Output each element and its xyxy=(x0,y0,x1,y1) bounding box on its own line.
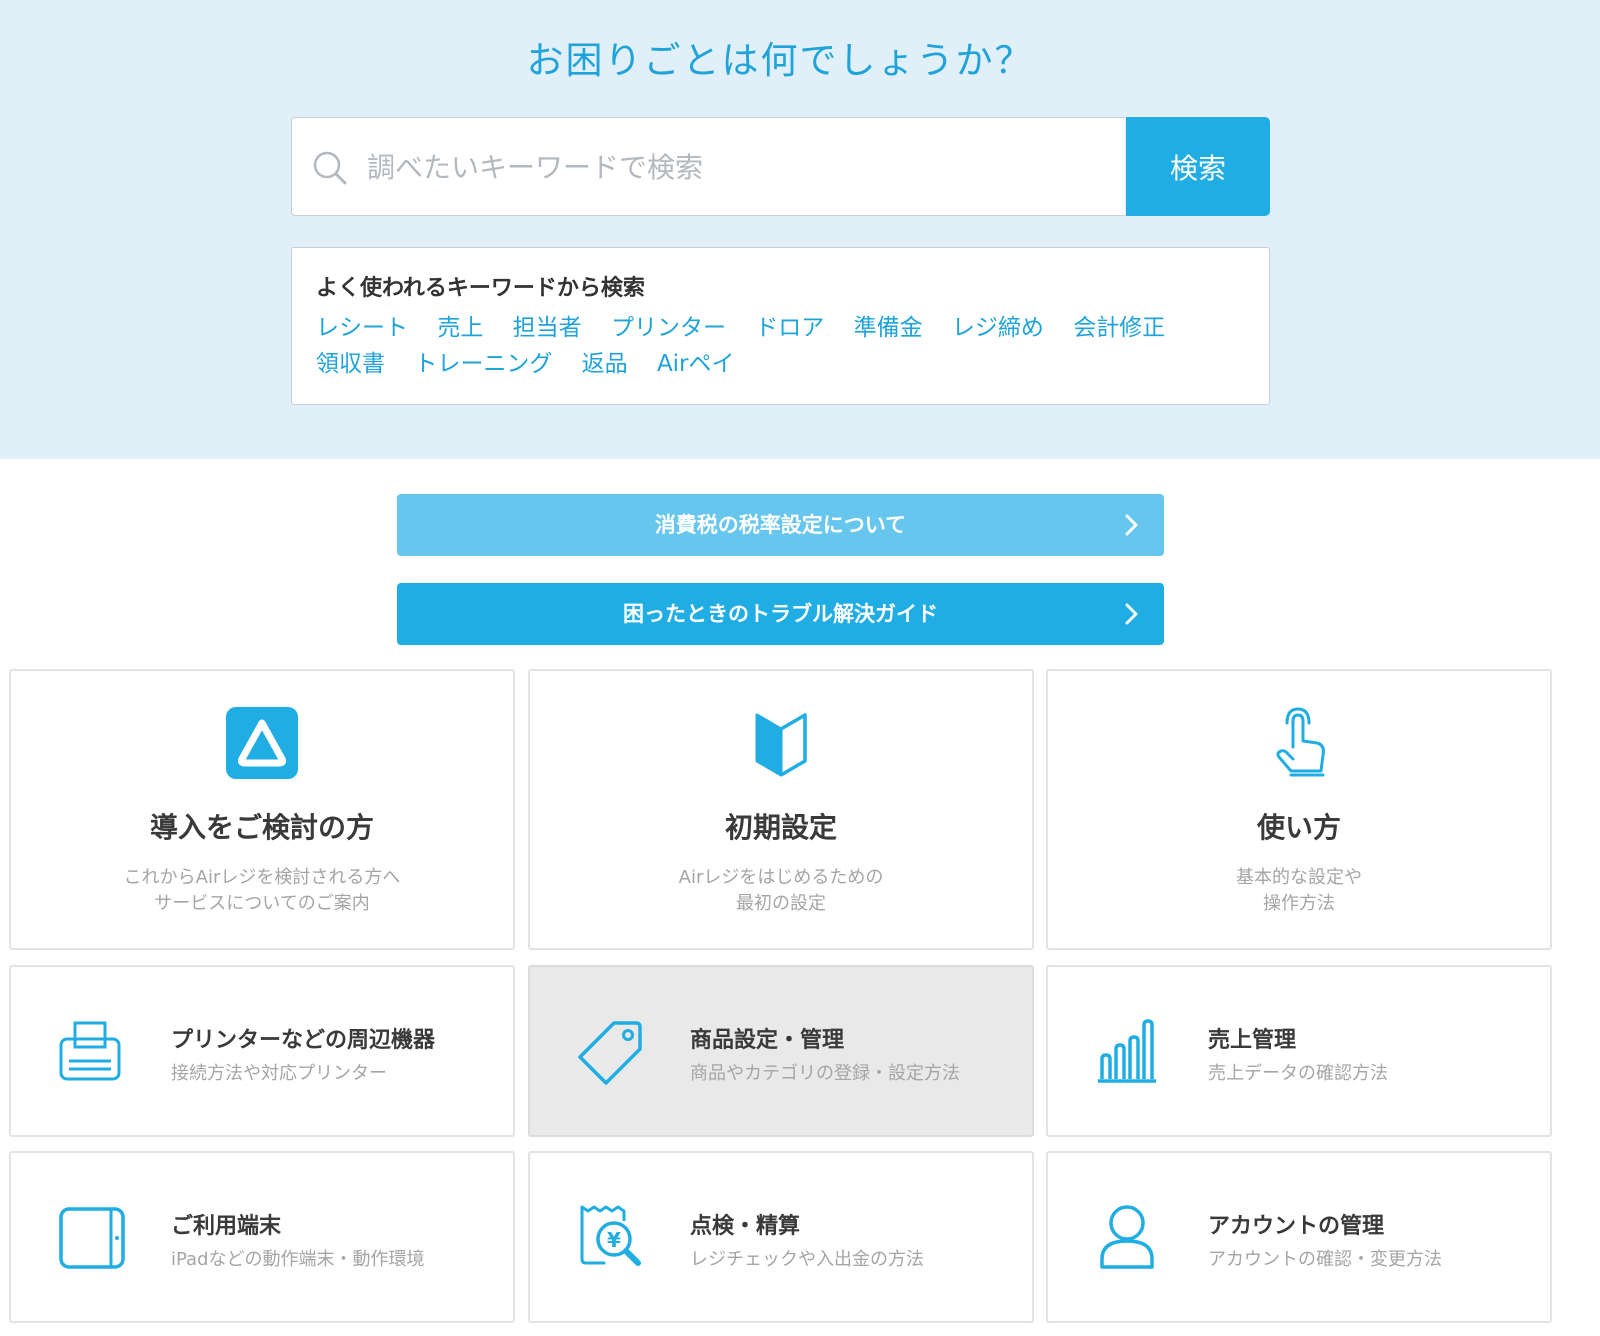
keyword-link[interactable]: レジ締め xyxy=(952,315,1044,341)
card-description-line: 最初の設定 xyxy=(736,893,826,914)
user-account-icon xyxy=(1100,1205,1154,1269)
card-sales-management[interactable]: 売上管理 売上データの確認方法 xyxy=(1046,965,1552,1137)
tap-hand-icon xyxy=(1276,707,1325,777)
popular-keywords-heading: よく使われるキーワードから検索 xyxy=(316,276,645,301)
card-description-line: 基本的な設定や xyxy=(1236,867,1362,888)
card-description-line: これからAirレジを検討される方へ xyxy=(123,867,401,888)
keyword-link[interactable]: 会計修正 xyxy=(1073,315,1165,341)
trouble-guide-banner-label: 困ったときのトラブル解決ガイド xyxy=(623,602,938,626)
tax-rate-banner-label: 消費税の税率設定について xyxy=(654,513,907,537)
page-title: お困りごとは何でしょうか？ xyxy=(526,39,1034,82)
bar-chart-icon xyxy=(1098,1019,1156,1083)
keyword-link[interactable]: 返品 xyxy=(582,351,628,377)
card-description: Airレジをはじめるための 最初の設定 xyxy=(530,865,1032,917)
card-description-line: 操作方法 xyxy=(1263,893,1335,914)
card-description: 基本的な設定や 操作方法 xyxy=(1048,865,1550,917)
card-description: 接続方法や対応プリンター xyxy=(171,1063,387,1084)
search-box[interactable] xyxy=(291,117,1125,216)
search-input[interactable] xyxy=(365,136,1109,198)
card-initial-setup[interactable]: 初期設定 Airレジをはじめるための 最初の設定 xyxy=(528,669,1034,950)
card-peripherals[interactable]: プリンターなどの周辺機器 接続方法や対応プリンター xyxy=(9,965,515,1137)
card-description: アカウントの確認・変更方法 xyxy=(1208,1249,1442,1270)
card-account-management[interactable]: アカウントの管理 アカウントの確認・変更方法 xyxy=(1046,1151,1552,1323)
card-title: ご利用端末 xyxy=(171,1214,282,1239)
keyword-link[interactable]: Airペイ xyxy=(657,351,735,377)
card-title: 導入をご検討の方 xyxy=(149,811,374,844)
search-button[interactable]: 検索 xyxy=(1126,117,1270,216)
card-title: アカウントの管理 xyxy=(1208,1214,1385,1239)
keyword-link[interactable]: 担当者 xyxy=(513,315,582,341)
card-description-line: Airレジをはじめるための xyxy=(678,867,884,888)
popular-keywords-panel: よく使われるキーワードから検索 レシート 売上 担当者 プリンター ドロア 準備… xyxy=(291,247,1270,405)
card-description-line: サービスについてのご案内 xyxy=(154,893,370,914)
card-description: レジチェックや入出金の方法 xyxy=(690,1249,924,1270)
price-tag-icon xyxy=(578,1021,642,1085)
card-description: iPadなどの動作端末・動作環境 xyxy=(171,1249,425,1270)
card-how-to-use[interactable]: 使い方 基本的な設定や 操作方法 xyxy=(1046,669,1552,950)
keyword-link[interactable]: 売上 xyxy=(437,315,483,341)
card-description: 商品やカテゴリの登録・設定方法 xyxy=(690,1063,960,1084)
card-inspection-settlement[interactable]: ¥ 点検・精算 レジチェックや入出金の方法 xyxy=(528,1151,1034,1323)
trouble-guide-banner[interactable]: 困ったときのトラブル解決ガイド xyxy=(397,583,1164,645)
card-title: 使い方 xyxy=(1256,811,1341,844)
search-icon xyxy=(313,151,347,185)
card-devices[interactable]: ご利用端末 iPadなどの動作端末・動作環境 xyxy=(9,1151,515,1323)
card-title: 点検・精算 xyxy=(690,1214,801,1239)
keyword-link[interactable]: レシート xyxy=(316,315,408,341)
card-title: 商品設定・管理 xyxy=(690,1028,845,1053)
beginner-mark-icon xyxy=(755,713,807,777)
receipt-yen-search-icon: ¥ xyxy=(580,1205,641,1266)
tablet-icon xyxy=(59,1207,125,1269)
svg-text:¥: ¥ xyxy=(607,1228,621,1252)
keyword-link[interactable]: プリンター xyxy=(611,315,726,341)
keyword-link[interactable]: 準備金 xyxy=(854,315,923,341)
keyword-link[interactable]: 領収書 xyxy=(316,351,385,377)
card-title: 売上管理 xyxy=(1208,1028,1297,1053)
card-title: プリンターなどの周辺機器 xyxy=(171,1028,436,1053)
chevron-right-icon xyxy=(1125,514,1138,536)
airregi-logo-icon xyxy=(226,707,298,779)
keyword-link[interactable]: トレーニング xyxy=(414,351,552,377)
chevron-right-icon xyxy=(1125,603,1138,625)
keyword-list: レシート 売上 担当者 プリンター ドロア 準備金 レジ締め 会計修正 領収書 … xyxy=(316,310,1236,382)
search-hero: お困りごとは何でしょうか？ 検索 よく使われるキーワードから検索 レシート 売上… xyxy=(0,0,1600,459)
card-product-settings[interactable]: 商品設定・管理 商品やカテゴリの登録・設定方法 xyxy=(528,965,1034,1137)
card-description: これからAirレジを検討される方へ サービスについてのご案内 xyxy=(11,865,513,917)
card-consider-introduction[interactable]: 導入をご検討の方 これからAirレジを検討される方へ サービスについてのご案内 xyxy=(9,669,515,950)
tax-rate-banner[interactable]: 消費税の税率設定について xyxy=(397,494,1164,556)
card-description: 売上データの確認方法 xyxy=(1208,1063,1388,1084)
keyword-link[interactable]: ドロア xyxy=(755,315,824,341)
printer-icon xyxy=(59,1021,121,1081)
card-title: 初期設定 xyxy=(724,811,837,844)
